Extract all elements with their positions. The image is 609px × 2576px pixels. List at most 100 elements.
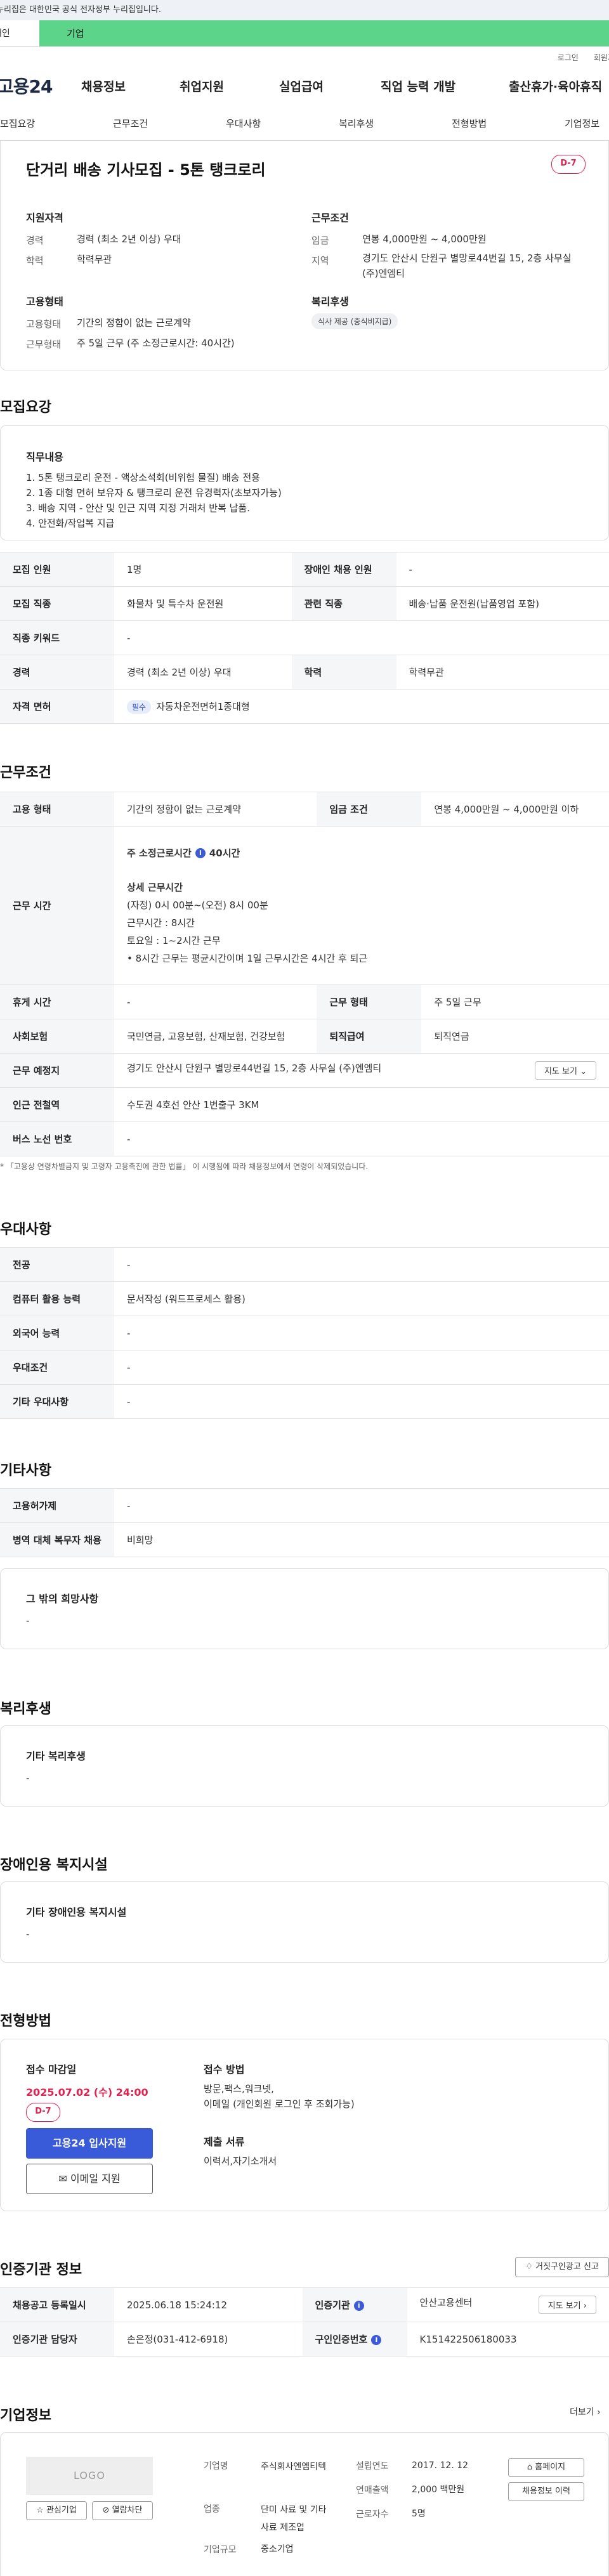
retirement-value: 퇴직연금 (421, 1019, 609, 1054)
language-label: 외국어 능력 (0, 1316, 114, 1350)
block-view-button[interactable]: ⊘ 열람차단 (92, 2501, 153, 2520)
major-value: - (114, 1247, 609, 1282)
table-row: 모집 인원 1명 장애인 채용 인원 - (0, 552, 609, 587)
welfare-heading: 복리후생 (311, 296, 349, 308)
table-row: 인근 전철역 수도권 4호선 안산 1번출구 3KM (0, 1087, 609, 1122)
lnb-welfare[interactable]: 복리후생 (339, 117, 374, 130)
tab-company[interactable]: 기업 (39, 20, 609, 46)
duty-line: 3. 배송 지역 - 안산 및 인근 지역 지정 거래처 반복 납품. (26, 502, 250, 514)
chevron-right-icon: › (583, 2301, 587, 2311)
employees-label: 근로자수 (356, 2509, 389, 2520)
work-section-title: 근무조건 (0, 765, 51, 781)
homepage-button[interactable]: ⌂ 홈페이지 (508, 2458, 584, 2477)
etc-table: 고용허가제 - 병역 대체 복무자 채용 비희망 (0, 1488, 609, 1557)
work-hours-label: 근무 시간 (0, 826, 114, 985)
hours-detail-line: 근무시간 : 8시간 (127, 917, 195, 929)
license-cell: 필수 자동차운전면허1종대형 (114, 689, 609, 724)
map-button[interactable]: 지도 보기 ⌄ (534, 1061, 596, 1080)
table-row: 근무 시간 주 소정근로시간 i 40시간 상세 근무시간 (자정) 0시 00분~… (0, 826, 609, 985)
user-type-tabs: 개인 기업 (0, 20, 609, 47)
other-prefer-label: 기타 우대사항 (0, 1384, 114, 1419)
table-row: 전공 - (0, 1247, 609, 1282)
gnb-item-maternity-leave[interactable]: 출산휴가·육아휴직 (509, 77, 602, 95)
lnb-company[interactable]: 기업정보 (565, 117, 599, 130)
info-icon[interactable]: i (353, 2300, 364, 2311)
work-permit-label: 고용허가제 (0, 1488, 114, 1523)
agency-section-title: 인증기관 정보 (0, 2262, 82, 2278)
duty-line: 4. 안전화/작업복 지급 (26, 518, 115, 529)
cond-wage-value: 연봉 4,000만원 ~ 4,000만원 (362, 233, 487, 245)
gnb-item-unemployment-benefit[interactable]: 실업급여 (279, 77, 324, 95)
duty-title: 직무내용 (26, 451, 63, 463)
table-row: 우대조건 - (0, 1350, 609, 1385)
login-link[interactable]: 로그인 (558, 52, 579, 63)
table-row: 근무 예정지 경기도 안산시 단원구 별망로44번길 15, 2층 사무실 (주… (0, 1053, 609, 1088)
duty-card: 직무내용 1. 5톤 탱크로리 운전 - 액상소석회(비위험 물질) 배송 전용… (0, 425, 609, 540)
tab-personal-label: 개인 (0, 29, 10, 39)
prefer-condition-label: 우대조건 (0, 1350, 114, 1385)
interest-company-button[interactable]: ☆ 관심기업 (26, 2501, 87, 2520)
license-label: 자격 면허 (0, 689, 114, 724)
lnb-preferences[interactable]: 우대사항 (226, 117, 261, 130)
disabled-box-title: 기타 장애인용 복지시설 (26, 1906, 127, 1918)
table-row: 자격 면허 필수 자동차운전면허1종대형 (0, 689, 609, 724)
hours-detail-line: • 8시간 근무는 평균시간이며 1일 근무시간은 4시간 후 퇴근 (127, 952, 368, 964)
weekly-hours: 주 소정근로시간 i 40시간 (127, 844, 596, 862)
table-row: 버스 노선 번호 - (0, 1121, 609, 1156)
recruit-headcount-value: 1명 (114, 552, 292, 587)
qual-career-value: 경력 (최소 2년 이상) 우대 (77, 233, 181, 245)
table-row: 경력 경력 (최소 2년 이상) 우대 학력 학력무관 (0, 655, 609, 690)
job-category-value: 화물차 및 특수차 운전원 (114, 586, 292, 621)
bell-icon: ♢ (525, 2262, 533, 2272)
gnb-item-jobs[interactable]: 채용정보 (81, 77, 126, 95)
block-label: 열람차단 (112, 2506, 143, 2515)
apply-button[interactable]: 고용24 입사지원 (26, 2128, 153, 2159)
emp-shift-value: 주 5일 근무 (주 소정근로시간: 40시간) (77, 337, 235, 349)
duty-list: 1. 5톤 탱크로리 운전 - 액상소석회(비위험 물질) 배송 전용 2. 1… (26, 470, 282, 531)
revenue-value: 2,000 백만원 (412, 2485, 465, 2495)
weekly-hours-value: 40시간 (209, 847, 240, 859)
chevron-down-icon: ⌄ (580, 1067, 587, 1076)
required-badge: 필수 (127, 700, 152, 714)
company-size-value: 중소기업 (261, 2544, 294, 2554)
gnb-item-job-training[interactable]: 직업 능력 개발 (381, 77, 455, 95)
company-more-link[interactable]: 더보기 › (570, 2405, 601, 2418)
util-links: 로그인 회원가입 (0, 47, 609, 67)
other-prefer-value: - (114, 1384, 609, 1419)
military-value: 비희망 (114, 1522, 609, 1557)
tab-personal[interactable]: 개인 (0, 20, 39, 46)
job-history-button[interactable]: 채용정보 이력 (508, 2482, 584, 2501)
job-keyword-label: 직종 키워드 (0, 620, 114, 655)
gnb-item-employment-support[interactable]: 취업지원 (180, 77, 224, 95)
welfare-box-title: 기타 복리후생 (26, 1750, 86, 1762)
table-row: 사회보험 국민연금, 고용보험, 산재보험, 건강보험 퇴직급여 퇴직연금 (0, 1019, 609, 1054)
deadline-label: 접수 마감일 (26, 2063, 77, 2076)
lnb-process[interactable]: 전형방법 (452, 117, 487, 130)
work-permit-value: - (114, 1488, 609, 1523)
lnb-recruit[interactable]: 모집요강 (0, 117, 35, 130)
insurance-label: 사회보험 (0, 1019, 114, 1054)
job-category-label: 모집 직종 (0, 586, 114, 621)
report-label: 거짓구인광고 신고 (535, 2262, 599, 2272)
more-label: 더보기 (570, 2407, 594, 2417)
agency-map-button[interactable]: 지도 보기 › (538, 2296, 596, 2314)
info-icon[interactable]: i (371, 2334, 382, 2345)
lnb-work-conditions[interactable]: 근무조건 (113, 117, 148, 130)
report-false-ad-button[interactable]: ♢ 거짓구인광고 신고 (515, 2257, 609, 2277)
wage-value: 연봉 4,000만원 ~ 4,000만원 이하 (421, 792, 609, 827)
site-logo[interactable]: 고용24 (0, 73, 53, 98)
agency-staff-value: 손은정(031-412-6918) (114, 2322, 303, 2357)
info-icon[interactable]: i (195, 848, 206, 858)
signup-link[interactable]: 회원가입 (594, 52, 609, 63)
tab-company-label: 기업 (67, 28, 84, 39)
email-apply-button[interactable]: ✉ 이메일 지원 (26, 2164, 153, 2194)
table-row: 컴퓨터 활용 능력 문서작성 (워드프로세스 활용) (0, 1281, 609, 1316)
welfare-card: 기타 복리후생 - (0, 1725, 609, 1807)
agency-label-cell: 인증기관 i (302, 2287, 407, 2322)
work-shift-value: 주 5일 근무 (421, 984, 609, 1019)
employees-value: 5명 (412, 2509, 426, 2519)
table-row: 병역 대체 복무자 채용 비희망 (0, 1522, 609, 1557)
agency-map-label: 지도 보기 (547, 2301, 581, 2311)
prefer-condition-value: - (114, 1350, 609, 1385)
method-line: 이메일 (개인회원 로그인 후 조회가능) (204, 2098, 355, 2110)
